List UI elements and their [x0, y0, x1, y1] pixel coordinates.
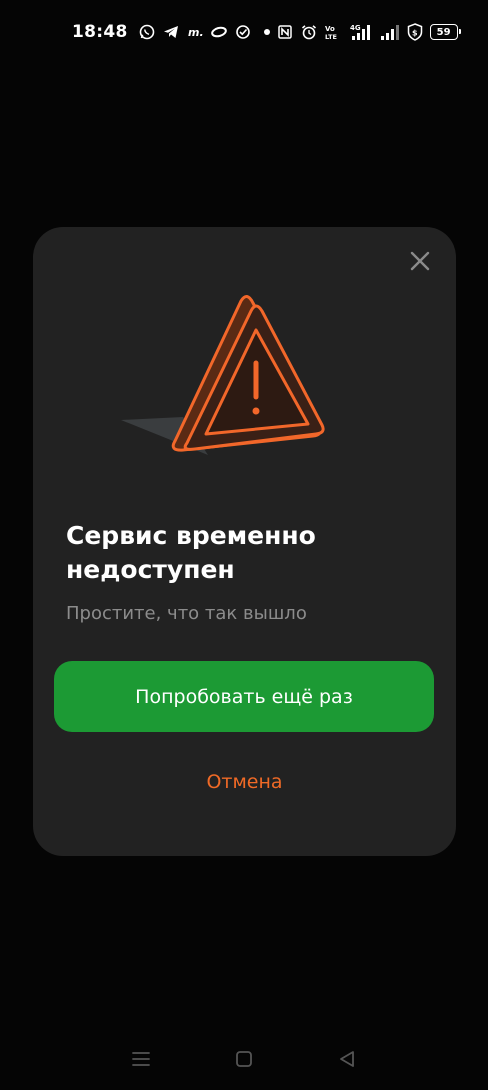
whatsapp-icon	[138, 23, 156, 41]
cancel-button[interactable]: Отмена	[33, 771, 456, 793]
dot-icon	[258, 23, 276, 41]
warning-triangle-icon	[121, 295, 325, 455]
dialog-title: Сервис временно недоступен	[66, 521, 316, 584]
signal-4g-icon: 4G	[350, 23, 374, 41]
m-icon: m.	[186, 23, 204, 41]
navigation-bar	[0, 1028, 488, 1090]
home-icon	[236, 1051, 252, 1067]
shield-dollar-icon: $	[406, 23, 424, 41]
svg-text:4G: 4G	[350, 24, 361, 32]
home-button[interactable]	[229, 1044, 259, 1074]
warning-illustration	[113, 293, 343, 473]
notification-icons: m.	[138, 23, 276, 41]
svg-text:m.: m.	[188, 26, 203, 39]
status-time: 18:48	[72, 22, 128, 42]
cancel-button-label: Отмена	[206, 771, 283, 793]
signal-icon	[380, 23, 400, 41]
recent-apps-button[interactable]	[126, 1044, 156, 1074]
screen: 18:48 m. Vo LTE 4G $ 59 Сервис временно …	[0, 0, 488, 1090]
volte-icon: Vo LTE	[324, 23, 344, 41]
volte-text-vo: Vo	[325, 25, 335, 33]
telegram-icon	[162, 23, 180, 41]
back-button[interactable]	[332, 1044, 362, 1074]
infinity-icon	[210, 23, 228, 41]
nfc-icon	[276, 23, 294, 41]
volte-text-lte: LTE	[325, 33, 337, 41]
system-icons: Vo LTE 4G $ 59	[276, 23, 461, 41]
check-circle-icon	[234, 23, 252, 41]
dialog-subtitle: Простите, что так вышло	[66, 603, 307, 624]
retry-button[interactable]: Попробовать ещё раз	[54, 661, 434, 732]
alarm-icon	[300, 23, 318, 41]
menu-icon	[132, 1052, 151, 1066]
error-dialog: Сервис временно недоступен Простите, что…	[33, 227, 456, 856]
status-bar: 18:48 m. Vo LTE 4G $ 59	[0, 0, 488, 64]
back-icon	[339, 1051, 354, 1067]
retry-button-label: Попробовать ещё раз	[135, 685, 353, 708]
close-button[interactable]	[404, 245, 436, 277]
close-icon	[410, 251, 430, 271]
svg-text:$: $	[412, 29, 418, 38]
battery-icon: 59	[429, 24, 461, 40]
